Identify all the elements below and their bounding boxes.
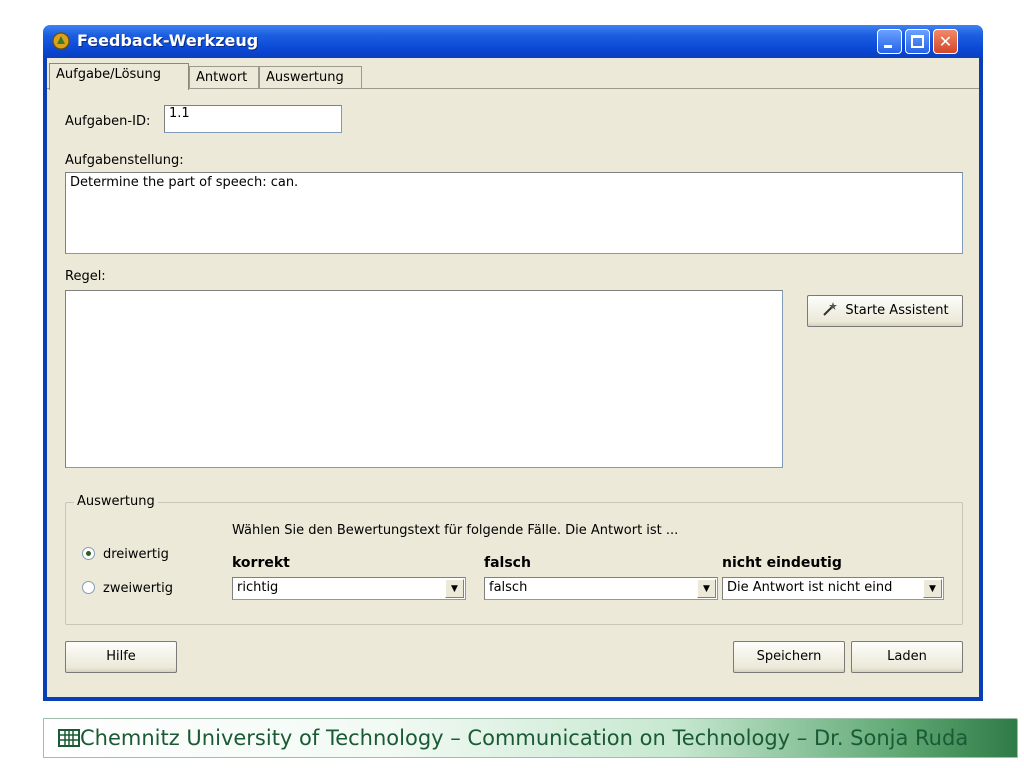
task-textarea[interactable]: Determine the part of speech: can. (65, 172, 963, 254)
tab-panel-aufgabe: Aufgaben-ID: 1.1 Aufgabenstellung: Deter… (47, 88, 979, 697)
dropdown-arrow-icon[interactable]: ▼ (697, 579, 716, 598)
magic-wand-icon (823, 302, 838, 316)
close-button[interactable]: ✕ (933, 29, 958, 54)
radio-dreiwertig[interactable]: dreiwertig (82, 547, 169, 562)
tab-antwort[interactable]: Antwort (189, 66, 259, 89)
dialog-client: Aufgabe/Lösung Antwort Auswertung Aufgab… (47, 58, 979, 697)
heading-nicht-eindeutig: nicht eindeutig (722, 555, 842, 571)
task-id-input[interactable]: 1.1 (164, 105, 342, 133)
app-icon (52, 32, 70, 50)
dropdown-arrow-icon[interactable]: ▼ (923, 579, 942, 598)
tab-label: Aufgabe/Lösung (56, 67, 162, 82)
window-title: Feedback-Werkzeug (77, 31, 259, 50)
select-value: falsch (489, 580, 528, 595)
maximize-icon (911, 35, 924, 48)
select-falsch[interactable]: falsch ▼ (484, 577, 718, 600)
radio-zweiwertig[interactable]: zweiwertig (82, 581, 173, 596)
dropdown-arrow-icon[interactable]: ▼ (445, 579, 464, 598)
heading-korrekt: korrekt (232, 555, 290, 571)
help-button[interactable]: Hilfe (65, 641, 177, 673)
radio-off-icon (82, 581, 95, 594)
footer-text: Chemnitz University of Technology – Comm… (80, 726, 969, 750)
heading-falsch: falsch (484, 555, 531, 571)
close-icon: ✕ (938, 32, 953, 51)
app-window: Feedback-Werkzeug ✕ Aufgabe/Lösung Antwo… (43, 25, 983, 701)
task-id-label: Aufgaben-ID: (65, 114, 151, 129)
evaluation-instruction: Wählen Sie den Bewertungstext für folgen… (232, 523, 679, 538)
minimize-button[interactable] (877, 29, 902, 54)
task-label: Aufgabenstellung: (65, 153, 184, 168)
select-nicht-eindeutig[interactable]: Die Antwort ist nicht eind ▼ (722, 577, 944, 600)
footer-banner: Chemnitz University of Technology – Comm… (43, 718, 1018, 758)
radio-label: zweiwertig (103, 581, 174, 596)
radio-label: dreiwertig (103, 547, 169, 562)
select-value: Die Antwort ist nicht eind (727, 580, 893, 595)
tab-label: Antwort (196, 70, 248, 85)
start-assistant-label: Starte Assistent (845, 303, 949, 318)
load-button[interactable]: Laden (851, 641, 963, 673)
evaluation-legend: Auswertung (74, 494, 158, 509)
tab-auswertung[interactable]: Auswertung (259, 66, 362, 89)
radio-on-icon (82, 547, 95, 560)
select-korrekt[interactable]: richtig ▼ (232, 577, 466, 600)
calendar-grid-icon (58, 729, 80, 747)
rule-label: Regel: (65, 269, 106, 284)
maximize-button[interactable] (905, 29, 930, 54)
save-button[interactable]: Speichern (733, 641, 845, 673)
title-bar[interactable]: Feedback-Werkzeug ✕ (43, 25, 983, 58)
minimize-icon (884, 45, 892, 48)
rule-textarea[interactable] (65, 290, 783, 468)
select-value: richtig (237, 580, 279, 595)
tab-aufgabe-loesung[interactable]: Aufgabe/Lösung (49, 63, 189, 90)
evaluation-group: Auswertung Wählen Sie den Bewertungstext… (65, 494, 963, 625)
tab-label: Auswertung (266, 70, 344, 85)
start-assistant-button[interactable]: Starte Assistent (807, 295, 963, 327)
